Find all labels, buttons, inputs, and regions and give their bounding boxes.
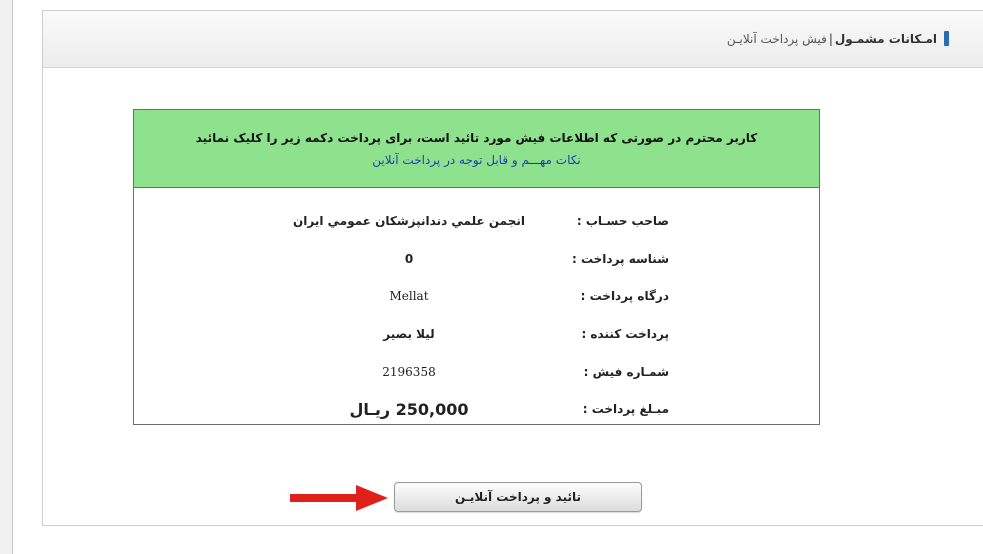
payment-id-value: 0 xyxy=(404,252,414,266)
receipt-number-label: شمـاره فیش : xyxy=(583,365,669,379)
breadcrumb: امـکانات مشمـول|فیش پرداخت آنلایـن xyxy=(727,32,937,46)
panel-header: امـکانات مشمـول|فیش پرداخت آنلایـن xyxy=(43,11,983,68)
left-edge-bar xyxy=(0,0,13,554)
breadcrumb-separator: | xyxy=(828,32,833,46)
breadcrumb-current: فیش پرداخت آنلایـن xyxy=(726,32,827,46)
red-arrow-icon xyxy=(290,485,388,511)
payer-label: پرداخت کننده : xyxy=(581,327,669,341)
breadcrumb-marker-icon xyxy=(944,31,949,46)
receipt-box: کاربر محترم در صورتی که اطلاعات فیش مورد… xyxy=(133,109,820,425)
account-owner-value: انجمن علمي دندانپزشکان عمومي ایران xyxy=(293,214,525,228)
row-amount: مبـلغ پرداخت : 250,000 ریـال xyxy=(134,400,819,420)
amount-value: 250,000 ریـال xyxy=(349,400,469,419)
confirmation-notice: کاربر محترم در صورتی که اطلاعات فیش مورد… xyxy=(195,131,758,145)
row-gateway: درگاه پرداخت : Mellat xyxy=(134,289,819,309)
payment-id-label: شناسه پرداخت : xyxy=(571,252,669,266)
gateway-value: Mellat xyxy=(389,289,429,303)
row-payment-id: شناسه پرداخت : 0 xyxy=(134,252,819,272)
row-account-owner: صاحب حسـاب : انجمن علمي دندانپزشکان عموم… xyxy=(134,214,819,234)
payer-value: لیلا بصیر xyxy=(383,327,435,341)
account-owner-label: صاحب حسـاب : xyxy=(576,214,669,228)
amount-label: مبـلغ پرداخت : xyxy=(582,402,669,416)
row-receipt-number: شمـاره فیش : 2196358 xyxy=(134,365,819,385)
important-notes-link[interactable]: نکات مهـــم و قابل توجه در پرداخت آنلاین xyxy=(372,153,580,167)
breadcrumb-section[interactable]: امـکانات مشمـول xyxy=(835,32,937,46)
row-payer: پرداخت کننده : لیلا بصیر xyxy=(134,327,819,347)
receipt-header: کاربر محترم در صورتی که اطلاعات فیش مورد… xyxy=(134,110,819,188)
gateway-label: درگاه پرداخت : xyxy=(580,289,669,303)
confirm-and-pay-button[interactable]: تائید و پرداخت آنلایـن xyxy=(394,482,642,512)
receipt-number-value: 2196358 xyxy=(382,365,436,379)
